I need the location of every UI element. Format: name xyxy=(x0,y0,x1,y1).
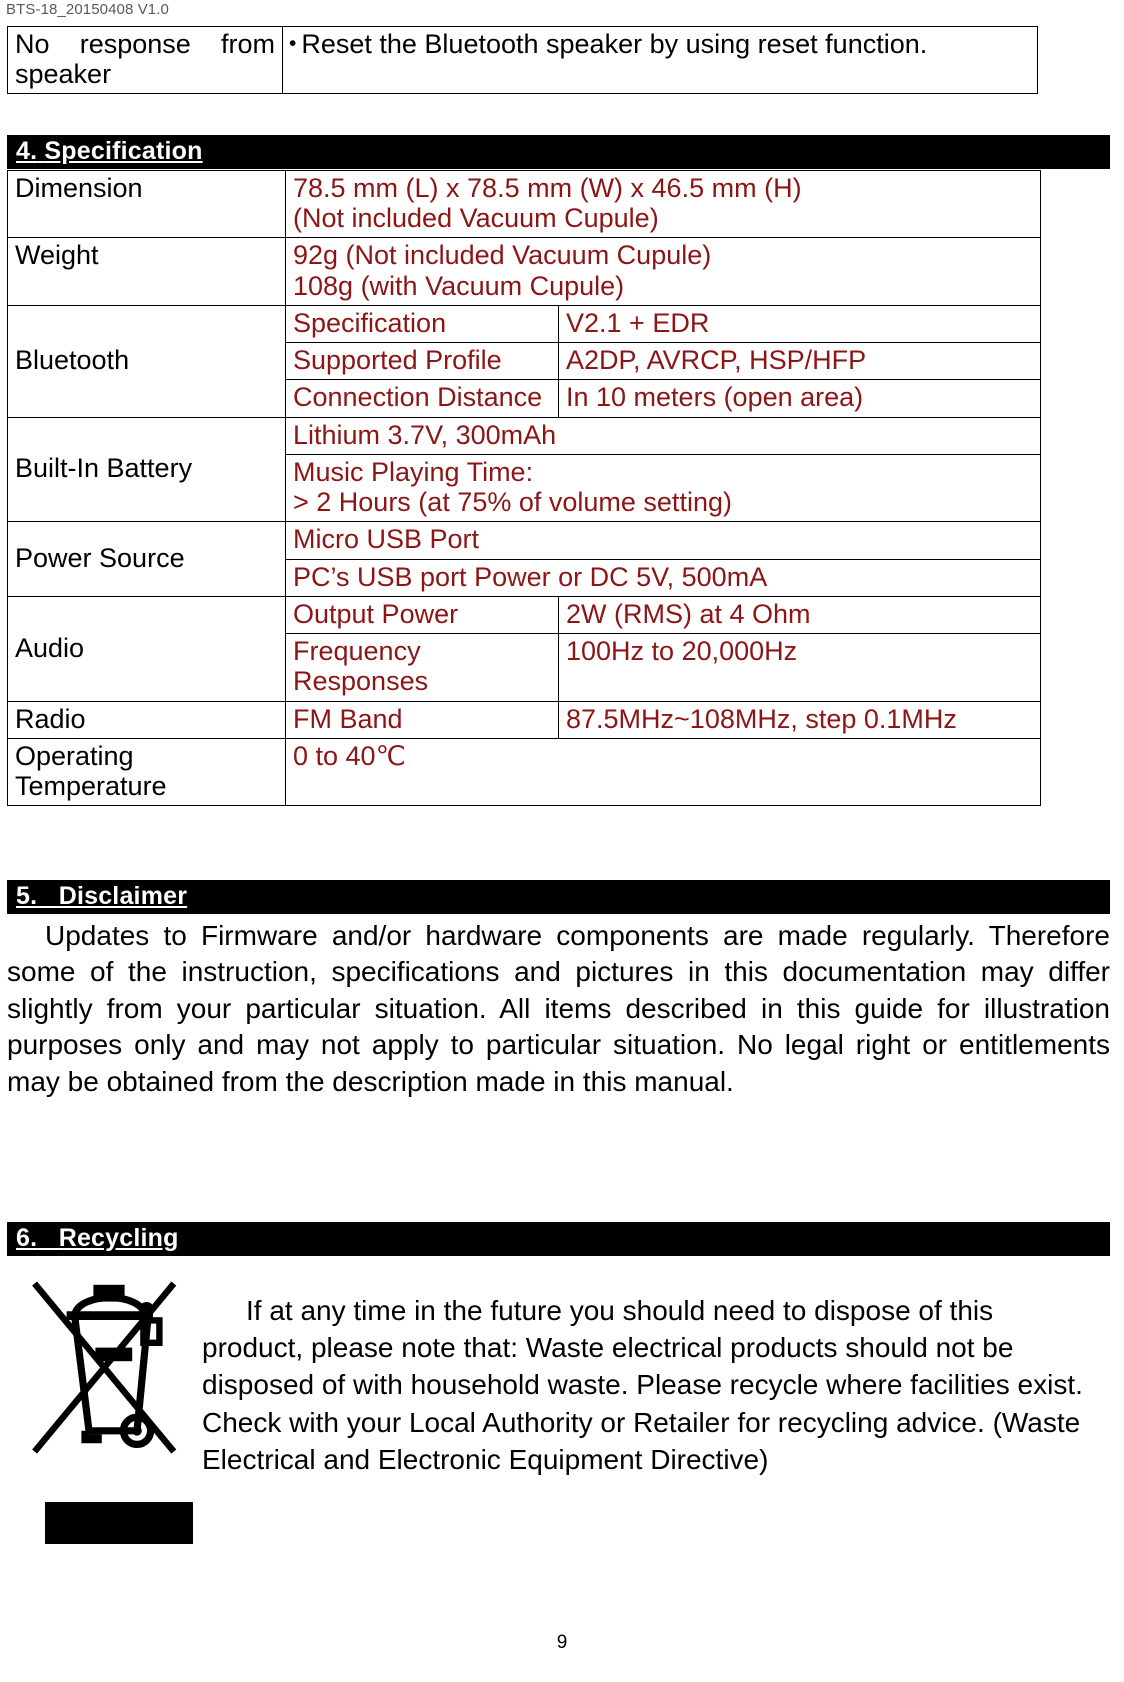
audio-output-value: 2W (RMS) at 4 Ohm xyxy=(558,595,1041,635)
section-number: 4. xyxy=(16,137,38,165)
troubleshooting-solution-text: Reset the Bluetooth speaker by using res… xyxy=(301,29,928,59)
section-number: 5. xyxy=(16,882,38,910)
section-heading-disclaimer: 5. Disclaimer xyxy=(7,880,1110,914)
dimension-line-2: (Not included Vacuum Cupule) xyxy=(293,203,659,234)
battery-line-2: Music Playing Time: xyxy=(293,456,534,487)
row-label-temperature: Operating Temperature xyxy=(7,737,286,807)
table-row-power-port: Power Source Micro USB Port xyxy=(7,521,1041,597)
recycling-block: If at any time in the future you should … xyxy=(7,1272,1110,1544)
troubleshooting-table: No response from speaker • Reset the Blu… xyxy=(7,25,1038,95)
battery-line-1: Lithium 3.7V, 300mAh xyxy=(285,416,1041,455)
page-number: 9 xyxy=(556,1632,568,1653)
row-label-weight: Weight xyxy=(7,237,286,306)
bluetooth-profile-key: Supported Profile xyxy=(285,342,559,381)
section-title: Recycling xyxy=(58,1224,179,1252)
power-line-2: PC’s USB port Power or DC 5V, 500mA xyxy=(285,558,1041,597)
power-line-1: Micro USB Port xyxy=(285,521,1041,560)
troubleshooting-symptom-text: No response from speaker xyxy=(15,29,275,90)
bluetooth-profile-value: A2DP, AVRCP, HSP/HFP xyxy=(558,342,1041,381)
troubleshooting-solution-cell: • Reset the Bluetooth speaker by using r… xyxy=(282,25,1038,95)
battery-playtime-cell: Music Playing Time: > 2 Hours (at 75% of… xyxy=(285,453,1041,523)
disclaimer-paragraph: Updates to Firmware and/or hardware comp… xyxy=(7,918,1110,1100)
temperature-value: 0 to 40℃ xyxy=(285,737,1041,807)
table-row: No response from speaker • Reset the Blu… xyxy=(7,25,1038,95)
black-rectangle-marker xyxy=(45,1502,193,1544)
row-label-bluetooth: Bluetooth xyxy=(7,304,286,418)
table-row-radio: Radio FM Band 87.5MHz~108MHz, step 0.1MH… xyxy=(7,700,1041,739)
table-row-bluetooth-spec: Bluetooth Specification V2.1 + EDR xyxy=(7,304,1041,418)
section-heading-recycling: 6. Recycling xyxy=(7,1222,1110,1256)
bluetooth-spec-value: V2.1 + EDR xyxy=(558,304,1041,344)
table-row-battery-chem: Built-In Battery Lithium 3.7V, 300mAh xyxy=(7,416,1041,523)
row-label-power: Power Source xyxy=(7,521,286,597)
table-row-temperature: Operating Temperature 0 to 40℃ xyxy=(7,737,1041,807)
weight-line-2: 108g (with Vacuum Cupule) xyxy=(293,270,625,301)
audio-frequency-value: 100Hz to 20,000Hz xyxy=(558,633,1041,702)
weight-line-1: 92g (Not included Vacuum Cupule) xyxy=(293,240,712,271)
section-title: Disclaimer xyxy=(58,882,188,910)
row-label-battery: Built-In Battery xyxy=(7,416,286,523)
battery-line-3: > 2 Hours (at 75% of volume setting) xyxy=(293,487,732,518)
section-heading-specification: 4. Specification xyxy=(7,135,1110,169)
table-row-weight: Weight 92g (Not included Vacuum Cupule) … xyxy=(7,237,1041,306)
bluetooth-distance-key: Connection Distance xyxy=(285,379,559,418)
recycling-paragraph: If at any time in the future you should … xyxy=(202,1272,1110,1478)
row-value-dimension: 78.5 mm (L) x 78.5 mm (W) x 46.5 mm (H) … xyxy=(285,169,1041,239)
document-header: BTS-18_20150408 V1.0 xyxy=(6,1,169,18)
section-number: 6. xyxy=(16,1224,38,1252)
section-title: Specification xyxy=(44,137,203,165)
row-label-dimension: Dimension xyxy=(7,169,286,239)
table-row-audio-output: Audio Output Power 2W (RMS) at 4 Ohm xyxy=(7,595,1041,702)
disclaimer-body: Updates to Firmware and/or hardware comp… xyxy=(7,920,1110,1097)
audio-output-key: Output Power xyxy=(285,595,559,635)
bluetooth-distance-value: In 10 meters (open area) xyxy=(558,379,1041,418)
row-label-audio: Audio xyxy=(7,595,286,702)
bluetooth-spec-key: Specification xyxy=(285,304,559,344)
weee-crossed-out-wheelie-bin-icon xyxy=(32,1281,177,1454)
radio-band-key: FM Band xyxy=(285,700,559,739)
manual-page: BTS-18_20150408 V1.0 No response from sp… xyxy=(0,0,1124,1682)
troubleshooting-symptom-cell: No response from speaker xyxy=(7,25,283,95)
recycling-body: If at any time in the future you should … xyxy=(202,1295,1083,1475)
audio-frequency-key: Frequency Responses xyxy=(285,633,559,702)
radio-band-value: 87.5MHz~108MHz, step 0.1MHz xyxy=(558,700,1041,739)
row-value-weight: 92g (Not included Vacuum Cupule) 108g (w… xyxy=(285,237,1041,306)
dimension-line-1: 78.5 mm (L) x 78.5 mm (W) x 46.5 mm (H) xyxy=(293,173,802,203)
table-row-dimension: Dimension 78.5 mm (L) x 78.5 mm (W) x 46… xyxy=(7,169,1041,239)
specification-table: Dimension 78.5 mm (L) x 78.5 mm (W) x 46… xyxy=(7,169,1041,807)
row-label-radio: Radio xyxy=(7,700,286,739)
bullet-icon: • xyxy=(289,32,297,55)
weee-icon-column xyxy=(7,1272,202,1544)
